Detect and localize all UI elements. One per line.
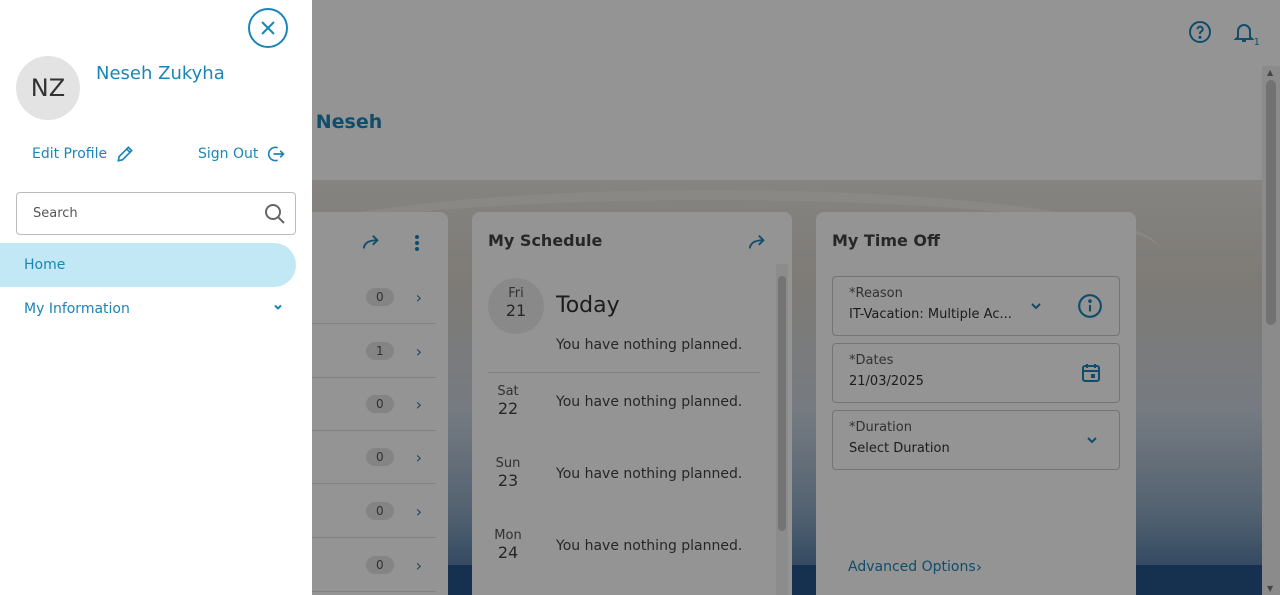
- search-icon[interactable]: [263, 202, 287, 226]
- nav-item-label: Home: [24, 257, 66, 273]
- edit-profile-label: Edit Profile: [32, 146, 108, 162]
- modal-overlay[interactable]: [312, 0, 1280, 595]
- nav-item-my-information[interactable]: My Information: [0, 287, 296, 331]
- nav-item-label: My Information: [24, 301, 130, 317]
- search-input[interactable]: [17, 193, 257, 234]
- sign-out-link[interactable]: Sign Out: [198, 144, 286, 164]
- edit-profile-link[interactable]: Edit Profile: [32, 144, 135, 164]
- search-field: [16, 192, 296, 235]
- pencil-icon: [117, 146, 133, 162]
- nav-item-home[interactable]: Home: [0, 243, 296, 287]
- sign-out-label: Sign Out: [198, 146, 259, 162]
- side-drawer: NZ Neseh Zukyha Edit Profile Sign Out Ho…: [0, 0, 312, 595]
- chevron-down-icon: [274, 304, 282, 310]
- avatar: NZ: [16, 56, 80, 120]
- user-name: Neseh Zukyha: [96, 63, 225, 84]
- close-drawer-button[interactable]: [248, 8, 288, 48]
- close-icon: [261, 21, 275, 35]
- sign-out-icon: [268, 146, 286, 162]
